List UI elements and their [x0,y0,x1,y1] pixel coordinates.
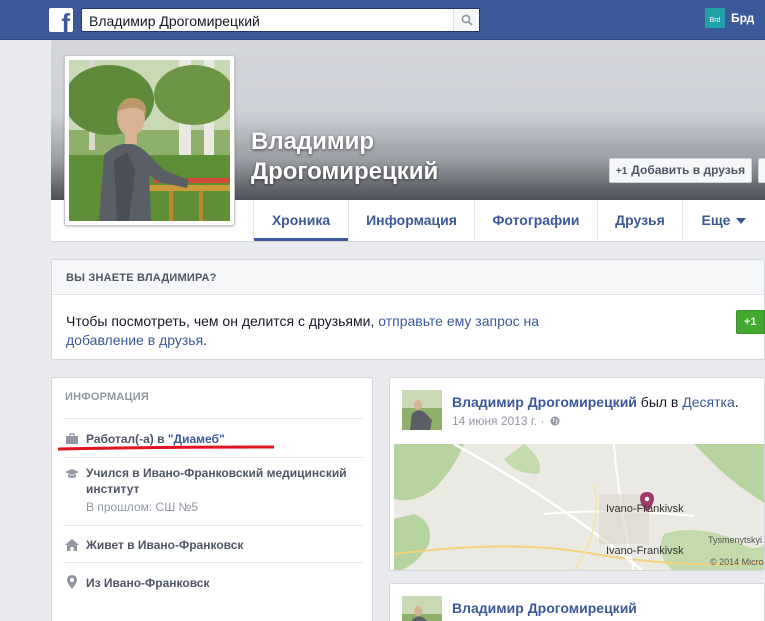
tab-timeline[interactable]: Хроника [253,200,348,241]
location-map[interactable]: Ivano-Frankivsk Ivano-Frankivsk Tysmenyt… [394,444,764,570]
add-friend-button-small[interactable]: +1 Д [736,310,765,350]
user-name-link[interactable]: Брд [731,11,754,25]
info-item-from: Из Ивано-Франковск [63,562,363,602]
message-button-partial[interactable] [758,158,765,183]
tab-about[interactable]: Информация [348,200,474,241]
info-card: ИНФОРМАЦИЯ Работал(-а) в "Диамеб" Учился… [51,377,373,621]
tab-friends[interactable]: Друзья [597,200,682,241]
friend-request-card: ВЫ ЗНАЕТЕ ВЛАДИМИРА? Чтобы посмотреть, ч… [51,259,765,360]
info-item-work: Работал(-а) в "Диамеб" [63,418,363,457]
employer-link[interactable]: "Диамеб" [168,432,225,446]
post-author-avatar[interactable] [402,596,442,621]
add-friend-icon: +1 [615,166,628,177]
tab-more[interactable]: Еще [682,200,765,241]
top-navigation-bar: f Владимир Дрогомирецкий Brd Брд [0,0,765,40]
graduation-cap-icon [65,469,79,478]
user-avatar[interactable]: Brd [705,8,725,28]
active-tab-indicator [254,238,348,241]
post-author-avatar[interactable] [402,390,442,430]
post-timestamp[interactable]: 14 июня 2013 г. · [452,414,560,428]
search-button[interactable] [453,9,479,31]
location-pin-icon [67,575,77,589]
card-header: ВЫ ЗНАЕТЕ ВЛАДИМИРА? [52,260,764,295]
info-title: ИНФОРМАЦИЯ [65,391,149,403]
briefcase-icon [66,433,78,444]
facebook-logo-icon[interactable]: f [49,8,73,32]
add-friend-button[interactable]: +1 Добавить в друзья [609,158,752,183]
post-author-link[interactable]: Владимир Дрогомирецкий [452,394,637,410]
card-title: ВЫ ЗНАЕТЕ ВЛАДИМИРА? [66,272,217,284]
post-author-link[interactable]: Владимир Дрогомирецкий [452,600,637,616]
post-header: Владимир Дрогомирецкий был в Десятка. [452,394,739,410]
profile-picture[interactable] [64,55,235,226]
globe-icon [550,416,560,426]
search-icon [461,14,473,26]
info-item-lives: Живет в Ивано-Франковск [63,525,363,562]
post-place-link[interactable]: Десятка [682,394,734,410]
home-icon [65,539,79,551]
search-input[interactable]: Владимир Дрогомирецкий [81,8,480,32]
profile-name[interactable]: Владимир Дрогомирецкий [251,127,438,187]
info-item-education: Учился в Ивано-Франковский медицинский и… [63,457,363,525]
red-underline-annotation [58,445,274,451]
chevron-down-icon [736,218,747,225]
timeline-post: Владимир Дрогомирецкий [389,583,765,621]
friend-request-text: Чтобы посмотреть, чем он делится с друзь… [66,313,540,348]
search-input-value[interactable]: Владимир Дрогомирецкий [89,13,260,29]
post-header: Владимир Дрогомирецкий [452,600,637,616]
profile-photo-image [69,60,230,221]
tab-photos[interactable]: Фотографии [474,200,597,241]
timeline-post: Владимир Дрогомирецкий был в Десятка. 14… [389,377,765,571]
